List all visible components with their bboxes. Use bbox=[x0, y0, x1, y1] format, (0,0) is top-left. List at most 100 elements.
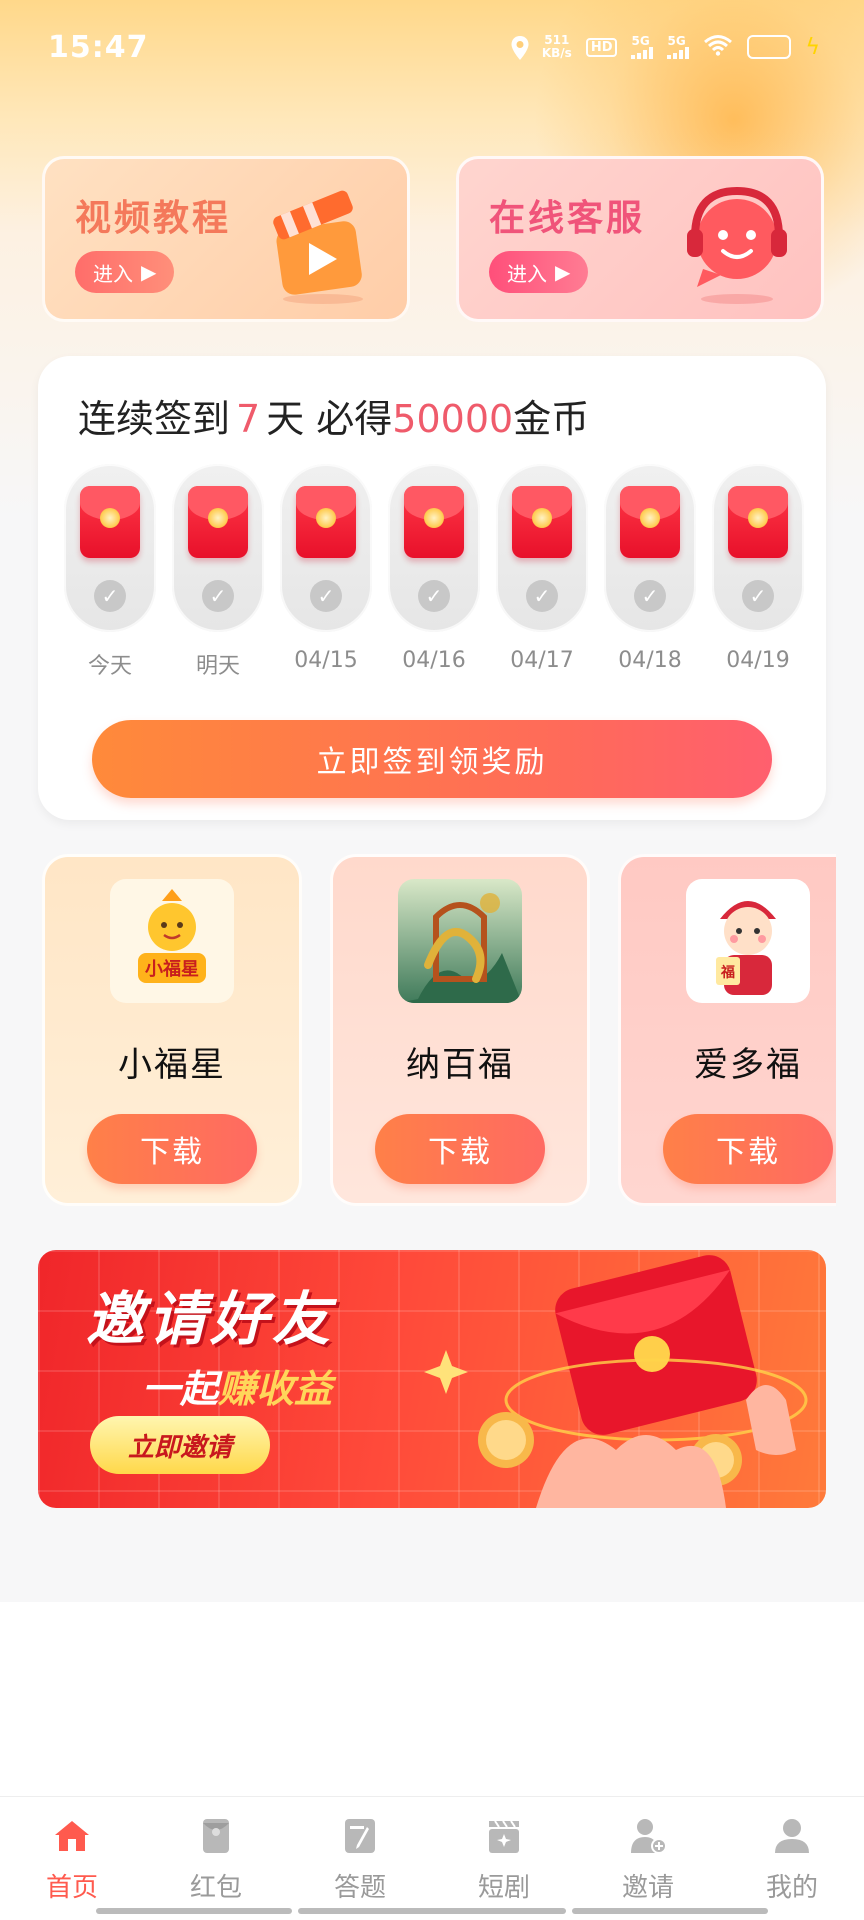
gesture-bar-segment bbox=[96, 1908, 292, 1914]
checkin-day[interactable]: ✓ 04/19 bbox=[712, 464, 804, 680]
tab-label: 我的 bbox=[765, 1873, 818, 1903]
day-slot: ✓ bbox=[388, 464, 480, 632]
status-time: 15:47 bbox=[48, 29, 149, 65]
headline-days: 7 bbox=[236, 397, 261, 441]
location-icon bbox=[510, 35, 529, 60]
tab-label: 答题 bbox=[333, 1873, 386, 1903]
signal-icon: 5G bbox=[631, 34, 654, 59]
svg-text:福: 福 bbox=[720, 964, 735, 981]
red-envelope-icon bbox=[620, 486, 680, 558]
red-packet-icon bbox=[203, 1819, 229, 1853]
net-speed-unit: KB/s bbox=[541, 46, 572, 60]
customer-service-enter-button[interactable]: 进入 ▶ bbox=[489, 251, 589, 293]
checkin-card: 连续签到 7 天 必得 50000 金币 ✓ 今天 ✓ 明天 ✓ 04/15 ✓… bbox=[38, 356, 826, 820]
app-name: 纳百福 bbox=[406, 1045, 514, 1085]
headline-suffix: 金币 bbox=[513, 397, 590, 441]
checkin-headline: 连续签到 7 天 必得 50000 金币 bbox=[78, 388, 589, 443]
short-drama-icon bbox=[489, 1820, 519, 1853]
day-slot: ✓ bbox=[712, 464, 804, 632]
check-icon: ✓ bbox=[634, 580, 666, 612]
check-icon: ✓ bbox=[94, 580, 126, 612]
wifi-icon bbox=[703, 34, 733, 60]
tab-label: 短剧 bbox=[477, 1873, 530, 1903]
red-envelope-icon bbox=[188, 486, 248, 558]
day-label: 明天 bbox=[195, 654, 240, 679]
app-logo-xiaofuxing: 小福星 bbox=[110, 879, 234, 1003]
download-button[interactable]: 下载 bbox=[87, 1114, 257, 1184]
banner-subtitle: 一起赚收益 bbox=[142, 1358, 332, 1413]
download-button[interactable]: 下载 bbox=[375, 1114, 545, 1184]
tab-profile[interactable]: 我的 bbox=[720, 1797, 864, 1920]
status-bar: 15:47 511 KB/s HD 5G 5G ϟ bbox=[0, 0, 864, 94]
bottom-tab-bar: 首页 红包 答题 短剧 邀请 我的 bbox=[0, 1796, 864, 1920]
day-label: 今天 bbox=[87, 654, 132, 679]
svg-text:小福星: 小福星 bbox=[145, 958, 199, 980]
enter-label: 进入 bbox=[507, 261, 547, 286]
battery-icon bbox=[747, 35, 792, 59]
headline-coins: 50000 bbox=[392, 397, 514, 441]
day-label: 04/18 bbox=[618, 648, 682, 673]
checkin-day[interactable]: ✓ 04/15 bbox=[280, 464, 372, 680]
invite-icon bbox=[631, 1819, 667, 1854]
app-card-nabaifu[interactable]: 纳百福 下载 bbox=[330, 854, 590, 1206]
invite-banner[interactable]: 邀请好友 一起赚收益 立即邀请 bbox=[38, 1250, 826, 1508]
video-tutorial-card[interactable]: 视频教程 进入 ▶ bbox=[42, 156, 410, 322]
checkin-day[interactable]: ✓ 04/18 bbox=[604, 464, 696, 680]
gesture-bar-segment bbox=[298, 1908, 566, 1914]
invite-now-button[interactable]: 立即邀请 bbox=[90, 1416, 270, 1474]
gesture-bar-segment bbox=[572, 1908, 768, 1914]
app-name: 爱多福 bbox=[694, 1045, 802, 1085]
signal-icon-2: 5G bbox=[667, 34, 690, 59]
charging-icon: ϟ bbox=[805, 34, 820, 60]
day-label: 04/16 bbox=[402, 648, 466, 673]
day-slot: ✓ bbox=[496, 464, 588, 632]
hd-icon: HD bbox=[585, 37, 618, 57]
signal-label-1: 5G bbox=[631, 34, 650, 48]
home-icon bbox=[55, 1821, 89, 1851]
day-slot: ✓ bbox=[604, 464, 696, 632]
red-envelope-icon bbox=[512, 486, 572, 558]
day-slot: ✓ bbox=[280, 464, 372, 632]
tab-home[interactable]: 首页 bbox=[0, 1797, 144, 1920]
tab-quiz[interactable]: 答题 bbox=[288, 1797, 432, 1920]
video-tutorial-enter-button[interactable]: 进入 ▶ bbox=[75, 251, 175, 293]
checkin-day[interactable]: ✓ 04/17 bbox=[496, 464, 588, 680]
app-card-xiaofuxing[interactable]: 小福星 小福星 下载 bbox=[42, 854, 302, 1206]
app-logo-aiduofu: 福 bbox=[686, 879, 810, 1003]
check-icon: ✓ bbox=[526, 580, 558, 612]
checkin-day[interactable]: ✓ 明天 bbox=[172, 464, 264, 680]
check-icon: ✓ bbox=[418, 580, 450, 612]
play-arrow-icon: ▶ bbox=[555, 260, 571, 284]
day-label: 04/17 bbox=[510, 648, 574, 673]
app-list: 小福星 小福星 下载 纳百福 下载 福 爱多福 下载 bbox=[42, 854, 836, 1206]
check-icon: ✓ bbox=[310, 580, 342, 612]
tab-label: 红包 bbox=[189, 1873, 242, 1903]
headline-mid: 天 必得 bbox=[266, 397, 393, 441]
red-envelope-icon bbox=[80, 486, 140, 558]
tab-short-drama[interactable]: 短剧 bbox=[432, 1797, 576, 1920]
checkin-button[interactable]: 立即签到领奖励 bbox=[92, 720, 772, 798]
red-envelope-icon bbox=[404, 486, 464, 558]
app-card-aiduofu[interactable]: 福 爱多福 下载 bbox=[618, 854, 836, 1206]
tab-invite[interactable]: 邀请 bbox=[576, 1797, 720, 1920]
app-name: 小福星 bbox=[118, 1045, 226, 1085]
banner-subtitle-prefix: 一起 bbox=[142, 1367, 219, 1411]
download-button[interactable]: 下载 bbox=[663, 1114, 833, 1184]
signal-label-2: 5G bbox=[667, 34, 686, 48]
customer-service-card[interactable]: 在线客服 进入 ▶ bbox=[456, 156, 824, 322]
net-speed-value: 511 bbox=[544, 33, 570, 47]
day-slot: ✓ bbox=[64, 464, 156, 632]
check-icon: ✓ bbox=[742, 580, 774, 612]
tab-label: 邀请 bbox=[621, 1873, 674, 1903]
tab-red-packet[interactable]: 红包 bbox=[144, 1797, 288, 1920]
checkin-day[interactable]: ✓ 04/16 bbox=[388, 464, 480, 680]
day-label: 04/15 bbox=[294, 648, 358, 673]
day-slot: ✓ bbox=[172, 464, 264, 632]
network-speed: 511 KB/s bbox=[542, 34, 572, 60]
red-envelope-icon bbox=[296, 486, 356, 558]
video-tutorial-title: 视频教程 bbox=[75, 198, 232, 239]
checkin-day[interactable]: ✓ 今天 bbox=[64, 464, 156, 680]
checkin-days: ✓ 今天 ✓ 明天 ✓ 04/15 ✓ 04/16 ✓ 04/17 ✓ 04/1… bbox=[64, 464, 804, 680]
check-icon: ✓ bbox=[202, 580, 234, 612]
customer-service-title: 在线客服 bbox=[489, 198, 646, 239]
